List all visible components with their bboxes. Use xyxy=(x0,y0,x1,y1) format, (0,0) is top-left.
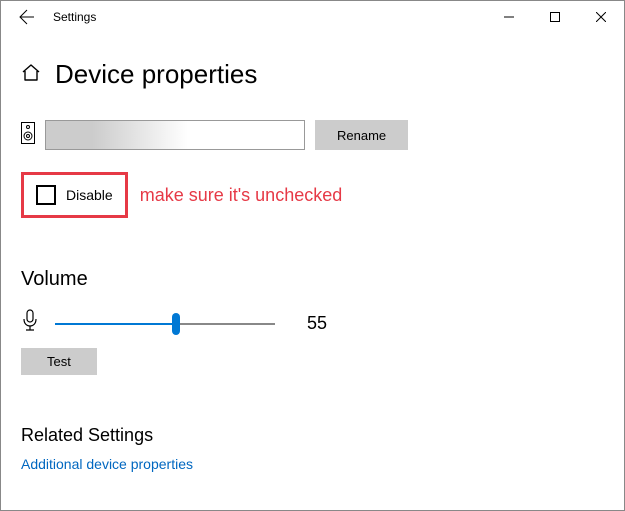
disable-label: Disable xyxy=(66,187,113,203)
minimize-icon xyxy=(504,12,514,22)
window-controls xyxy=(486,1,624,33)
close-icon xyxy=(596,12,606,22)
volume-row: 55 xyxy=(21,309,604,338)
microphone-icon xyxy=(21,309,39,338)
page-title: Device properties xyxy=(55,59,257,90)
home-icon[interactable] xyxy=(21,62,41,87)
rename-row: Rename xyxy=(21,120,604,150)
speaker-device-icon xyxy=(21,122,35,149)
minimize-button[interactable] xyxy=(486,1,532,33)
maximize-icon xyxy=(550,12,560,22)
close-button[interactable] xyxy=(578,1,624,33)
arrow-left-icon xyxy=(19,9,35,25)
disable-checkbox[interactable] xyxy=(36,185,56,205)
slider-thumb[interactable] xyxy=(172,313,180,335)
annotation-text: make sure it's unchecked xyxy=(140,185,343,206)
volume-slider[interactable] xyxy=(55,314,275,334)
volume-value: 55 xyxy=(307,313,327,334)
back-button[interactable] xyxy=(9,1,45,33)
volume-heading: Volume xyxy=(21,268,604,291)
disable-container: Disable make sure it's unchecked xyxy=(21,172,604,218)
disable-checkbox-row[interactable]: Disable xyxy=(21,172,128,218)
additional-properties-link[interactable]: Additional device properties xyxy=(21,456,193,472)
related-heading: Related Settings xyxy=(21,425,604,446)
device-name-input[interactable] xyxy=(45,120,305,150)
maximize-button[interactable] xyxy=(532,1,578,33)
test-button[interactable]: Test xyxy=(21,348,97,375)
content-area: Device properties Rename Disable make su… xyxy=(1,33,624,474)
titlebar: Settings xyxy=(1,1,624,33)
page-header: Device properties xyxy=(21,59,604,90)
rename-button[interactable]: Rename xyxy=(315,120,408,150)
window-title: Settings xyxy=(53,10,96,24)
